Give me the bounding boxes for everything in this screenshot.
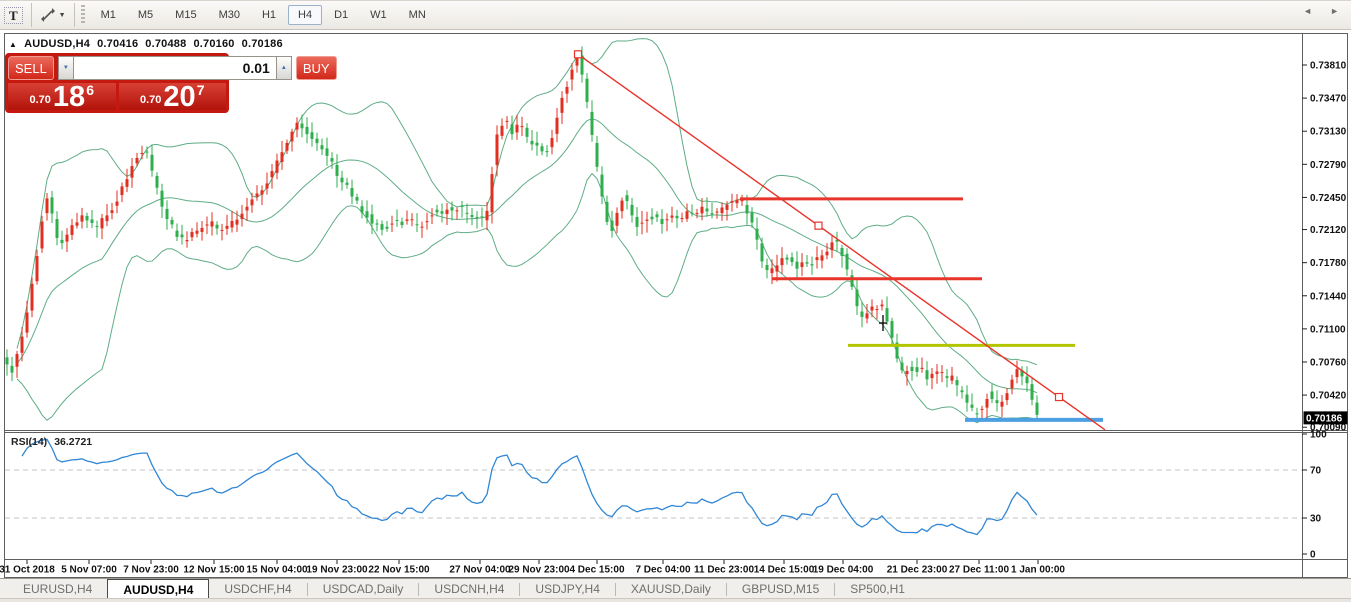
time-tick-label: 14 Dec 15:00 [754, 565, 815, 576]
high-value: 0.70488 [145, 38, 187, 50]
time-tick-label: 21 Dec 23:00 [887, 565, 948, 576]
tab-scroll-right-icon[interactable]: ► [1330, 6, 1339, 16]
rsi-indicator-label: RSI(14) 36.2721 [11, 436, 92, 448]
time-tick-label: 7 Nov 23:00 [123, 565, 179, 576]
time-tick-label: 11 Dec 23:00 [694, 565, 754, 576]
chart-tab-audusd-h4[interactable]: AUDUSD,H4 [107, 579, 210, 601]
chart-tab-eurusd-h4[interactable]: EURUSD,H4 [8, 579, 107, 599]
symbol-period-label: AUDUSD,H4 [24, 38, 91, 50]
one-click-trading-panel: SELL ▼ ▲ BUY 0.70 18 6 0.70 20 7 [5, 53, 337, 113]
chart-tab-usdchf-h4[interactable]: USDCHF,H4 [209, 579, 306, 599]
ask-price-display[interactable]: 0.70 20 7 [118, 81, 226, 113]
chart-tab-gbpusd-m15[interactable]: GBPUSD,M15 [727, 579, 834, 599]
current-price-label: 0.70186 [1306, 413, 1343, 424]
price-tick-label: 0.72450 [1310, 193, 1347, 204]
timeframe-button-m15[interactable]: M15 [165, 5, 206, 25]
text-tool-button[interactable]: T [1, 4, 26, 26]
timeframe-button-d1[interactable]: D1 [324, 5, 358, 25]
timeframe-button-m5[interactable]: M5 [128, 5, 163, 25]
close-value: 0.70186 [241, 38, 283, 50]
rsi-tick-label: 0 [1310, 550, 1316, 561]
timeframe-button-mn[interactable]: MN [399, 5, 436, 25]
time-tick-label: 1 Jan 00:00 [1011, 565, 1065, 576]
time-tick-label: 19 Nov 23:00 [306, 565, 368, 576]
rsi-tick-label: 30 [1310, 514, 1322, 525]
time-tick-label: 5 Nov 07:00 [61, 565, 117, 576]
ask-prefix: 0.70 [140, 94, 162, 106]
tab-scroll-left-icon[interactable]: ◄ [1303, 6, 1312, 16]
chart-tabs: EURUSD,H4 AUDUSD,H4 USDCHF,H4 USDCAD,Daily U… [8, 579, 920, 601]
volume-stepper: ▼ ▲ [57, 56, 292, 80]
rsi-tick-label: 100 [1310, 430, 1327, 441]
rsi-name: RSI(14) [11, 436, 48, 448]
dropdown-caret-icon: ▼ [58, 11, 66, 19]
bid-price-display[interactable]: 0.70 18 6 [8, 81, 116, 113]
toolbar-grip-handle[interactable] [80, 5, 85, 25]
open-value: 0.70416 [97, 38, 139, 50]
buy-button[interactable]: BUY [295, 56, 337, 80]
timeframe-button-m30[interactable]: M30 [209, 5, 250, 25]
diagonal-arrows-icon [40, 8, 55, 22]
timeframe-button-h1[interactable]: H1 [252, 5, 286, 25]
ask-pipette-digit: 7 [196, 82, 205, 98]
time-tick-label: 15 Nov 04:00 [246, 565, 308, 576]
price-tick-label: 0.71100 [1310, 324, 1346, 335]
timeframe-button-w1[interactable]: W1 [360, 5, 397, 25]
price-tick-label: 0.73810 [1310, 61, 1347, 72]
timeframe-button-group: M1 M5 M15 M30 H1 H4 D1 W1 MN [90, 5, 437, 25]
chart-tab-usdjpy-h4[interactable]: USDJPY,H4 [520, 579, 614, 599]
trendline-handle[interactable] [573, 50, 583, 59]
toolbar-separator [30, 3, 32, 27]
volume-increase-button[interactable]: ▲ [275, 56, 292, 80]
tab-scroll-controls: ◄ ► [1303, 6, 1339, 16]
time-tick-label: 31 Oct 2018 [0, 565, 55, 576]
chart-tab-usdcad-daily[interactable]: USDCAD,Daily [308, 579, 419, 599]
text-tool-icon: T [4, 6, 23, 24]
chart-tab-usdcnh-h4[interactable]: USDCNH,H4 [419, 579, 519, 599]
time-tick-label: 19 Dec 04:00 [813, 565, 874, 576]
rsi-tick-label: 70 [1310, 466, 1322, 477]
bid-prefix: 0.70 [29, 94, 51, 106]
price-tick-label: 0.70420 [1310, 391, 1347, 402]
chart-tab-bar: EURUSD,H4 AUDUSD,H4 USDCHF,H4 USDCAD,Daily U… [0, 578, 1351, 602]
trendline-handle[interactable] [1054, 392, 1064, 402]
collapse-panel-icon[interactable]: ▲ [9, 40, 17, 49]
toolbar-separator [73, 3, 75, 27]
timeframe-button-h4[interactable]: H4 [288, 5, 323, 25]
time-tick-label: 27 Nov 04:00 [449, 565, 511, 576]
low-value: 0.70160 [193, 38, 235, 50]
time-tick-label: 27 Dec 11:00 [949, 565, 1009, 576]
bid-pipette-digit: 6 [86, 82, 94, 98]
timeframe-button-m1[interactable]: M1 [91, 5, 126, 25]
time-tick-label: 12 Nov 15:00 [183, 565, 245, 576]
bid-big-digits: 18 [52, 81, 86, 113]
price-tick-label: 0.71780 [1310, 258, 1347, 269]
trendline-handle[interactable] [814, 221, 823, 230]
volume-input[interactable] [73, 56, 276, 80]
ask-big-digits: 20 [163, 81, 196, 113]
time-tick-label: 4 Dec 15:00 [569, 565, 624, 576]
price-tick-label: 0.71440 [1310, 291, 1347, 302]
volume-decrease-button[interactable]: ▼ [57, 56, 74, 80]
time-tick-label: 7 Dec 04:00 [635, 565, 690, 576]
chart-ohlc-title: ▲ AUDUSD,H4 0.70416 0.70488 0.70160 0.70… [9, 38, 290, 50]
top-toolbar: T ▼ M1 M5 M15 M30 H1 H4 D1 W1 MN [0, 0, 1351, 30]
sell-button[interactable]: SELL [8, 56, 54, 80]
time-tick-label: 29 Nov 23:00 [508, 565, 570, 576]
time-tick-label: 22 Nov 15:00 [368, 565, 430, 576]
chart-tab-xauusd-daily[interactable]: XAUUSD,Daily [616, 579, 726, 599]
rsi-value: 36.2721 [54, 436, 93, 448]
price-tick-label: 0.73130 [1310, 127, 1347, 138]
price-tick-label: 0.72790 [1310, 160, 1347, 171]
price-tick-label: 0.73470 [1310, 94, 1347, 105]
chart-tab-sp500-h1[interactable]: SP500,H1 [835, 579, 920, 599]
price-tick-label: 0.70760 [1310, 357, 1347, 368]
arrange-arrows-button[interactable]: ▼ [37, 4, 69, 26]
price-tick-label: 0.72120 [1310, 225, 1347, 236]
